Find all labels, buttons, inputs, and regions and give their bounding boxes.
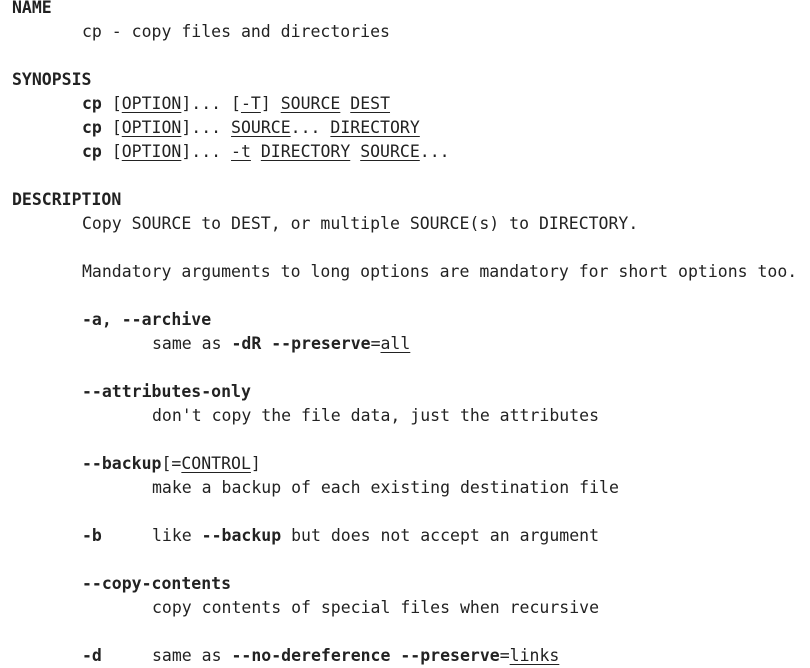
- plain-text: make a backup of each existing destinati…: [152, 478, 619, 497]
- plain-text: [102, 118, 112, 137]
- underlined-text: OPTION: [121, 118, 182, 137]
- bold-text: --backup: [82, 454, 162, 473]
- plain-text: [340, 94, 350, 113]
- description-heading: DESCRIPTION: [12, 190, 122, 209]
- synopsis-line-1: cp [OPTION]... [-T] SOURCE DEST: [82, 92, 390, 116]
- underlined-text: SOURCE: [360, 142, 420, 161]
- underlined-text: -t: [231, 142, 251, 161]
- bold-text: -d: [82, 646, 102, 665]
- plain-text: ]...: [181, 142, 232, 161]
- underlined-text: DEST: [350, 94, 391, 113]
- option-b-term: -b: [82, 524, 102, 548]
- option-archive-term: -a, --archive: [82, 308, 211, 332]
- option-b-desc: like --backup but does not accept an arg…: [152, 524, 599, 548]
- underlined-text: -T: [240, 94, 261, 113]
- bold-text: -a, --archive: [82, 310, 212, 329]
- plain-text: [251, 142, 261, 161]
- plain-text: ]...: [181, 118, 232, 137]
- option-backup-desc: make a backup of each existing destinati…: [152, 476, 619, 500]
- plain-text: ...: [419, 142, 450, 161]
- plain-text: [: [231, 94, 241, 113]
- plain-text: [: [111, 142, 122, 161]
- underlined-text: links: [509, 646, 560, 665]
- option-copy-contents-desc: copy contents of special files when recu…: [152, 596, 599, 620]
- plain-text: =: [370, 334, 381, 353]
- underlined-text: CONTROL: [181, 454, 251, 473]
- plain-text: [: [111, 94, 122, 113]
- bold-text: -b: [82, 526, 102, 545]
- synopsis-heading: SYNOPSIS: [12, 70, 92, 89]
- option-copy-contents-term: --copy-contents: [82, 572, 231, 596]
- plain-text: ]: [260, 94, 281, 113]
- plain-text: ]...: [181, 94, 232, 113]
- bold-text: --no-dereference --preserve: [231, 646, 500, 665]
- underlined-text: OPTION: [121, 94, 182, 113]
- underlined-text: SOURCE: [280, 94, 341, 113]
- description-text-2: Mandatory arguments to long options are …: [82, 262, 798, 281]
- plain-text: [: [111, 118, 122, 137]
- plain-text: same as: [152, 646, 232, 665]
- bold-text: --copy-contents: [82, 574, 232, 593]
- plain-text: don't copy the file data, just the attri…: [152, 406, 600, 425]
- description-text-1: Copy SOURCE to DEST, or multiple SOURCE(…: [82, 214, 639, 233]
- synopsis-line-2: cp [OPTION]... SOURCE... DIRECTORY: [82, 116, 420, 140]
- underlined-text: DIRECTORY: [330, 118, 420, 137]
- plain-text: but does not accept an argument: [281, 526, 600, 545]
- underlined-text: OPTION: [121, 142, 182, 161]
- option-backup-term: --backup[=CONTROL]: [82, 452, 261, 476]
- bold-text: --backup: [201, 526, 282, 545]
- bold-text: cp: [82, 118, 102, 137]
- option-d-desc: same as --no-dereference --preserve=link…: [152, 644, 559, 668]
- plain-text: =: [499, 646, 510, 665]
- plain-text: [=: [161, 454, 182, 473]
- bold-text: --attributes-only: [82, 382, 251, 401]
- plain-text: like: [152, 526, 202, 545]
- option-attributes-only-desc: don't copy the file data, just the attri…: [152, 404, 599, 428]
- bold-text: cp: [82, 94, 102, 113]
- option-archive-desc: same as -dR --preserve=all: [152, 332, 410, 356]
- plain-text: ...: [290, 118, 331, 137]
- bold-text: cp: [82, 142, 102, 161]
- plain-text: same as: [152, 334, 232, 353]
- name-text: cp - copy files and directories: [82, 22, 390, 41]
- plain-text: copy contents of special files when recu…: [152, 598, 600, 617]
- plain-text: [102, 142, 112, 161]
- name-heading: NAME: [12, 0, 52, 17]
- plain-text: ]: [250, 454, 261, 473]
- plain-text: [350, 142, 360, 161]
- underlined-text: all: [380, 334, 411, 353]
- plain-text: [102, 94, 112, 113]
- underlined-text: SOURCE: [231, 118, 291, 137]
- option-attributes-only-term: --attributes-only: [82, 380, 251, 404]
- bold-text: -dR --preserve: [231, 334, 371, 353]
- synopsis-line-3: cp [OPTION]... -t DIRECTORY SOURCE...: [82, 140, 450, 164]
- underlined-text: DIRECTORY: [260, 142, 351, 161]
- option-d-term: -d: [82, 644, 102, 668]
- man-page: NAME cp - copy files and directories SYN…: [0, 0, 810, 668]
